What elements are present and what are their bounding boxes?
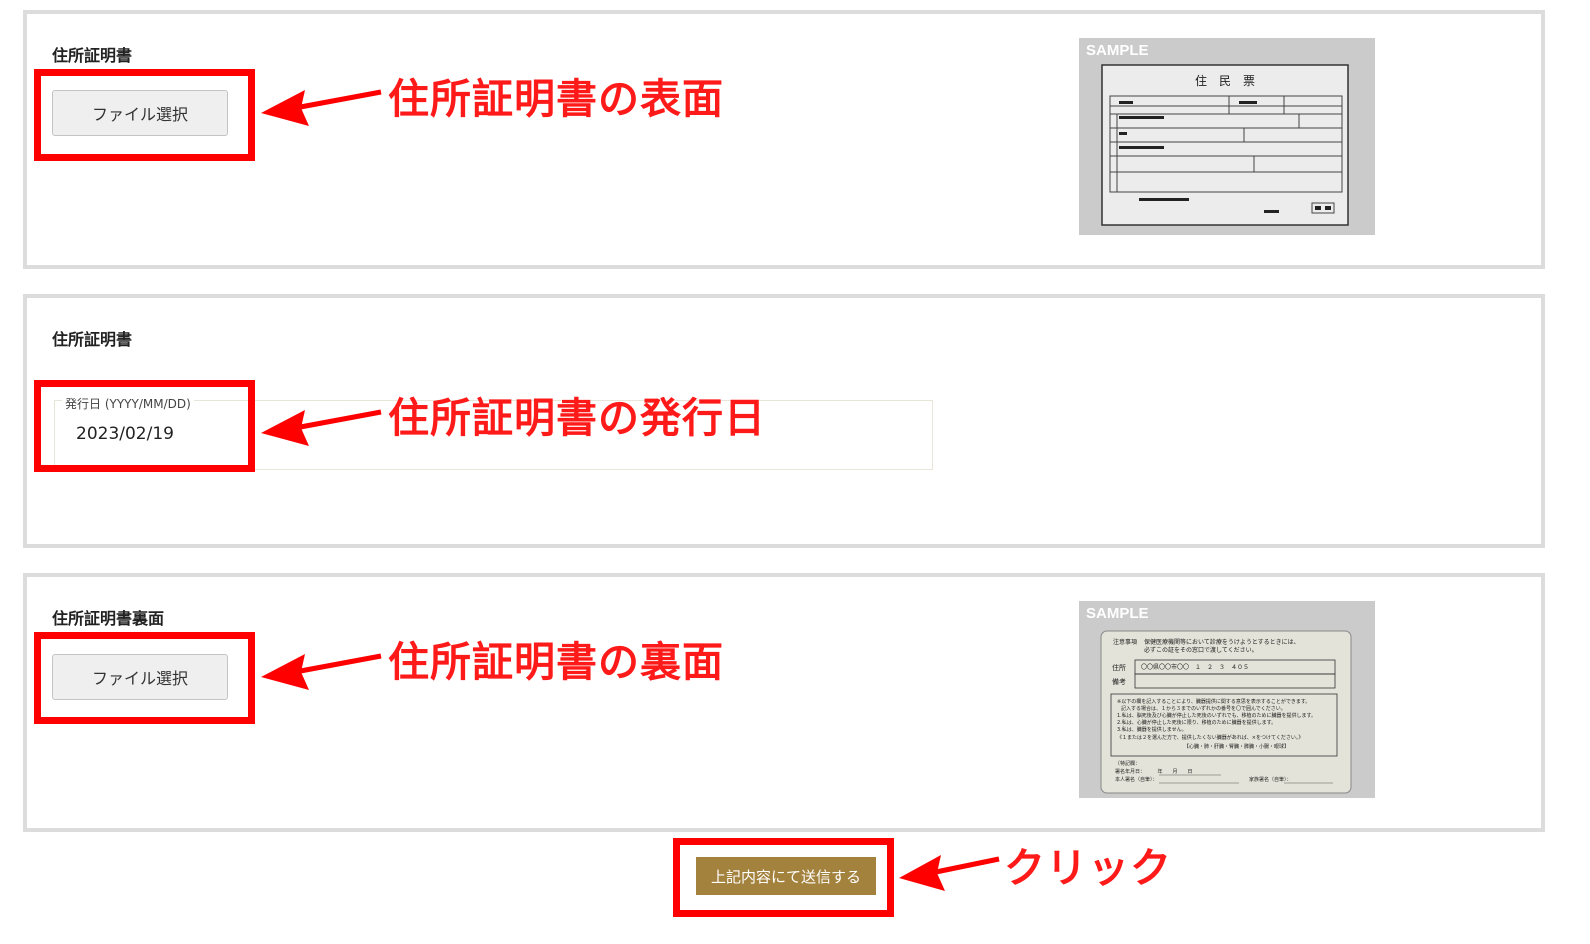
- card-body-line-3: 1.私は、脳死後及び心臓が停止した死後のいずれでも、移植のために臓器を提供します…: [1117, 712, 1316, 719]
- section-title-front: 住所証明書: [52, 46, 133, 65]
- card-body-line-7: 【心臓・肺・肝臓・腎臓・膵臓・小腸・眼球】: [1184, 743, 1289, 750]
- card-notice-line1: 保健医療機関等において診療をうけようとするときには、: [1144, 638, 1300, 646]
- sample-image-juminhyo: SAMPLE 住 民 票: [1079, 38, 1375, 235]
- section-title-back: 住所証明書裏面: [52, 609, 165, 628]
- card-sign-self: 本人署名（自筆）：: [1115, 776, 1158, 783]
- section-title-issue-date: 住所証明書: [52, 330, 133, 349]
- submit-button[interactable]: 上記内容にて送信する: [696, 857, 876, 895]
- highlight-box-date: [34, 380, 255, 472]
- annotation-back: 住所証明書の裏面: [388, 638, 724, 686]
- annotation-front: 住所証明書の表面: [388, 75, 724, 123]
- file-select-button-front[interactable]: ファイル選択: [52, 90, 228, 136]
- arrow-icon: [261, 653, 382, 690]
- sample-doc-title: 住 民 票: [1195, 74, 1255, 88]
- card-sign-date: 署名年月日： 年 月 日: [1115, 768, 1193, 775]
- card-body-line-6: 《１または２を選んだ方で、提供したくない臓器があれば、×をつけてください。》: [1117, 734, 1303, 741]
- annotation-issue-date: 住所証明書の発行日: [388, 394, 766, 442]
- card-address-value: 〇〇県〇〇市〇〇 １ ２ ３ ４０５: [1141, 663, 1249, 671]
- arrow-icon: [261, 89, 382, 126]
- card-address-label: 住所: [1112, 663, 1126, 672]
- card-body-line-1: ※以下の欄を記入することにより、臓器提供に関する意思を表示することができます。: [1117, 698, 1310, 705]
- file-select-button-back[interactable]: ファイル選択: [52, 654, 228, 700]
- card-remarks-label: 備考: [1112, 677, 1126, 686]
- arrow-icon: [899, 855, 1000, 891]
- sample-image-insurance-card-back: SAMPLE 注意事項 保健医療機関等において診療をうけようとするときには、 必…: [1079, 601, 1375, 798]
- annotation-click: クリック: [1004, 844, 1172, 892]
- card-sign-family: 家族署名（自筆）：: [1249, 776, 1292, 783]
- arrow-icon: [261, 409, 382, 446]
- card-notice-line2: 必ずこの証をその窓口で渡してください。: [1144, 646, 1258, 654]
- card-notice-heading: 注意事項: [1113, 638, 1137, 646]
- card-body-line-4: 2.私は、心臓が停止した死後に限り、移植のために臓器を提供します。: [1117, 719, 1276, 726]
- card-body-line-5: 3.私は、臓器を提供しません。: [1117, 726, 1187, 733]
- card-special-note: 〔特記欄：: [1115, 760, 1140, 767]
- card-body-line-2: 記入する場合は、１から３までのいずれかの番号を〇で囲んでください。: [1121, 705, 1286, 712]
